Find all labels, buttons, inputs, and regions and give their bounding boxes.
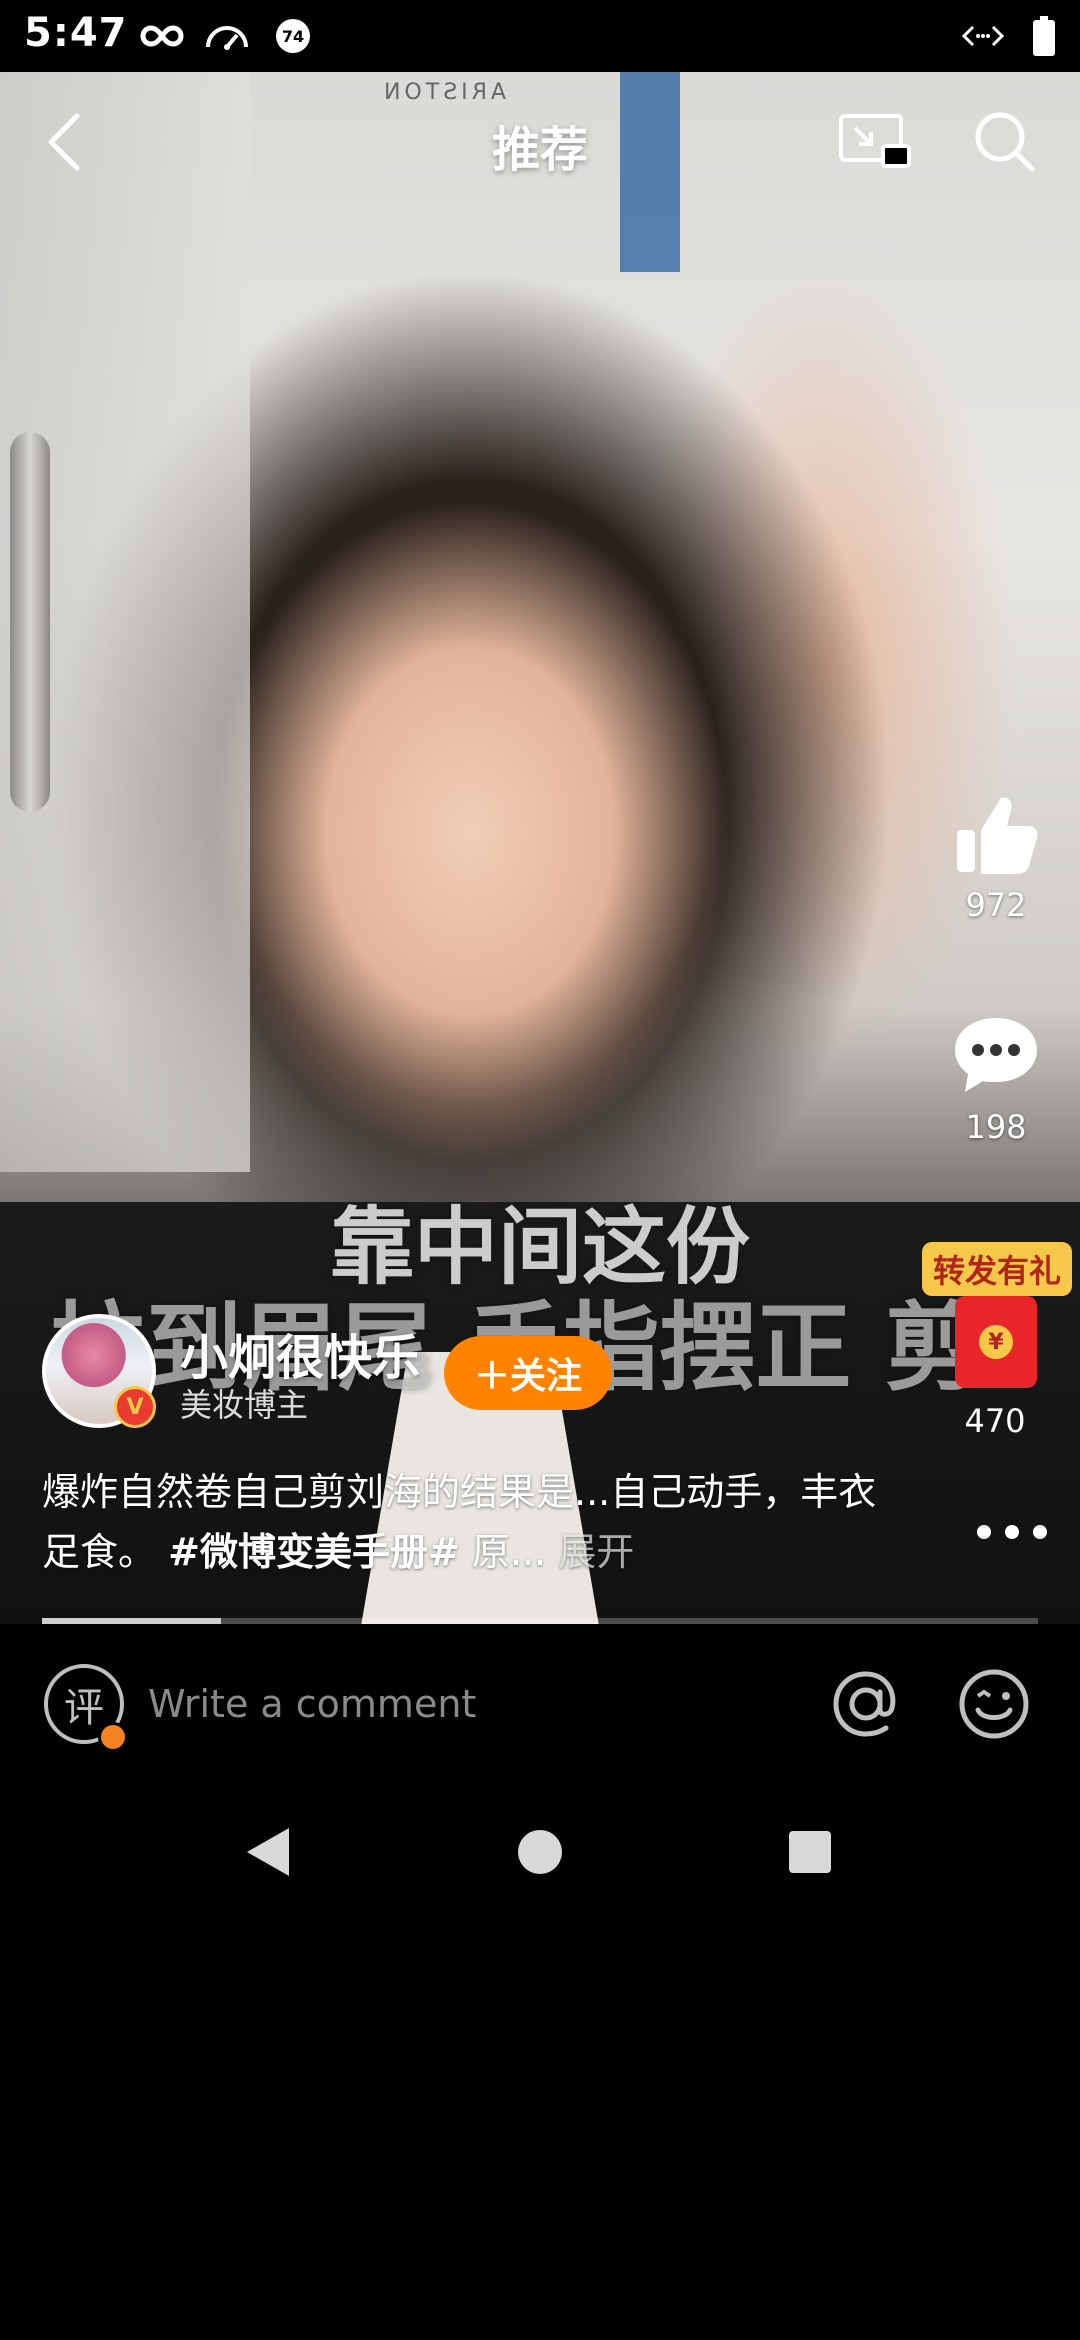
emoji-button[interactable] (954, 1664, 1034, 1744)
yuan-coin-icon: ¥ (979, 1325, 1013, 1359)
thumbs-up-icon (957, 797, 1038, 874)
share-redpacket-button[interactable]: ¥ (955, 1296, 1037, 1388)
author-subtitle: 美妆博主 (180, 1386, 309, 1424)
caption-trailing: 原... (459, 1530, 559, 1574)
comment-input[interactable]: Write a comment (148, 1672, 798, 1736)
nav-home-button[interactable] (510, 1822, 570, 1882)
status-bar: 5:47 74 (0, 0, 1080, 72)
system-navigation-bar (0, 1782, 1080, 1912)
comment-bubble-icon (955, 1018, 1037, 1092)
smiley-icon (959, 1669, 1029, 1739)
top-bar: 推荐 (0, 72, 1080, 212)
at-sign-icon (833, 1671, 896, 1737)
more-dot-icon (977, 1525, 991, 1539)
pip-button[interactable] (830, 102, 920, 182)
share-gift-badge[interactable]: 转发有礼 (922, 1242, 1072, 1296)
like-count: 972 (965, 886, 1027, 924)
comment-badge-icon (98, 1722, 128, 1752)
triangle-back-icon (247, 1828, 289, 1876)
mention-button[interactable] (826, 1664, 906, 1744)
comment-button[interactable]: 198 (936, 1012, 1056, 1146)
nav-back-button[interactable] (238, 1822, 298, 1882)
more-options-button[interactable] (952, 1512, 1072, 1552)
search-button[interactable] (960, 102, 1050, 182)
comment-bar: 评 Write a comment (0, 1624, 1080, 1782)
infinity-icon (138, 16, 186, 56)
status-time: 5:47 (24, 10, 128, 56)
caption-expand-link[interactable]: 展开 (558, 1530, 634, 1574)
notification-74-icon: 74 (274, 16, 312, 56)
search-icon (975, 112, 1035, 172)
square-recents-icon (789, 1831, 831, 1873)
comment-count: 198 (965, 1108, 1027, 1146)
verified-badge-icon: V (114, 1386, 156, 1428)
battery-icon (1028, 16, 1060, 56)
post-caption[interactable]: 爆炸自然卷自己剪刘海的结果是...自己动手，丰衣足食。 #微博变美手册# 原..… (42, 1462, 902, 1582)
caption-hashtag[interactable]: #微博变美手册# (168, 1530, 460, 1574)
code-icon (960, 16, 1006, 56)
circle-home-icon (518, 1830, 562, 1874)
more-dot-icon (1005, 1525, 1019, 1539)
like-button[interactable]: 972 (936, 790, 1056, 924)
follow-button[interactable]: ＋关注 (444, 1336, 612, 1410)
more-dot-icon (1033, 1525, 1047, 1539)
badge-number: 74 (276, 19, 310, 53)
background-pipe (10, 432, 50, 812)
picture-in-picture-icon (839, 114, 911, 168)
author-name[interactable]: 小炯很快乐 (180, 1318, 420, 1388)
share-count: 470 (964, 1402, 1026, 1440)
speedometer-icon (202, 16, 252, 56)
nav-recents-button[interactable] (780, 1822, 840, 1882)
